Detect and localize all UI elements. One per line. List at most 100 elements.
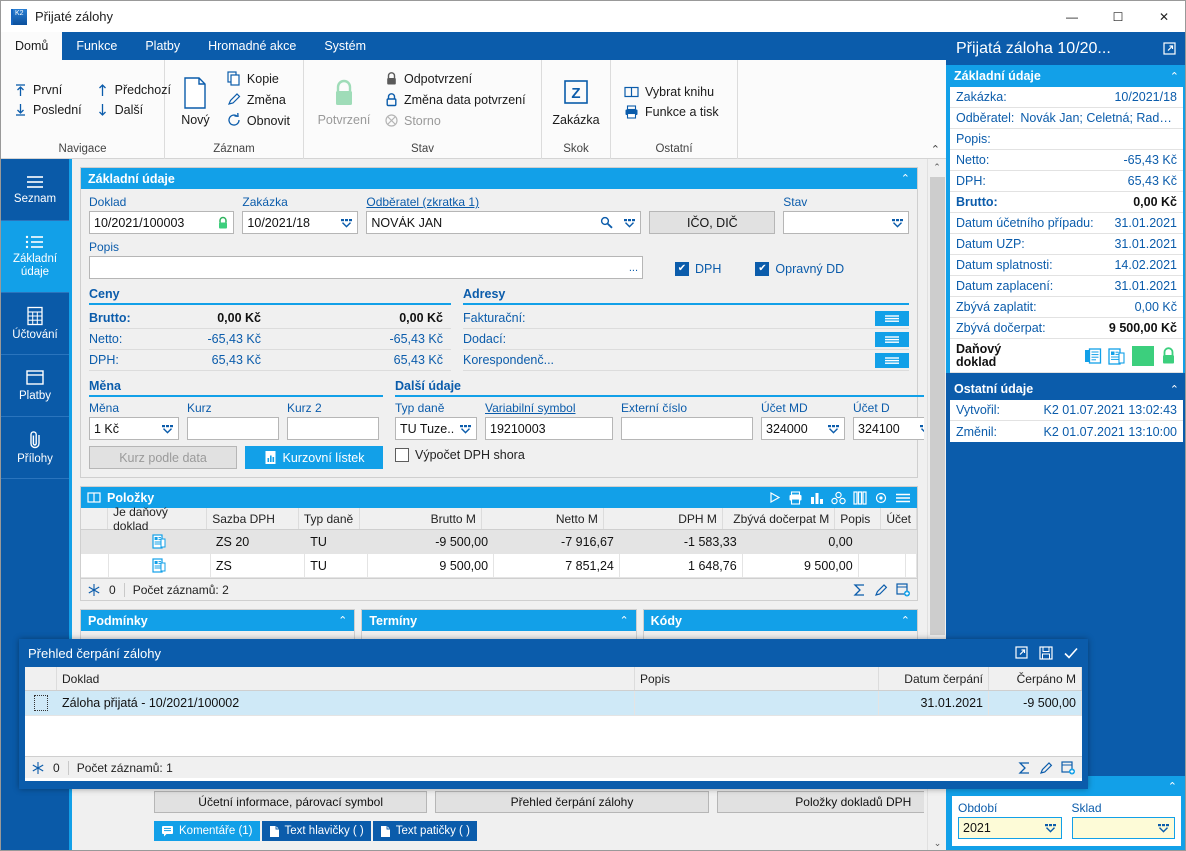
dlg-col-datum-cerpani[interactable]: Datum čerpání (879, 667, 989, 690)
chevron-down-icon[interactable] (891, 218, 904, 228)
col-ucet[interactable]: Účet (881, 508, 918, 529)
menu-lines-icon[interactable] (875, 331, 909, 347)
button-kurzovni-listek[interactable]: Kurzovní lístek (245, 446, 383, 469)
button-kurz-podle-data[interactable]: Kurz podle data (89, 446, 237, 469)
button-kopie[interactable]: Kopie (220, 68, 297, 89)
button-zmena-data-potvrzeni[interactable]: Změna data potvrzení (378, 89, 533, 110)
save-icon[interactable] (1039, 646, 1053, 660)
col-popis[interactable]: Popis (835, 508, 882, 529)
button-storno[interactable]: Storno (378, 110, 533, 131)
play-icon[interactable] (768, 491, 781, 504)
button-zmena[interactable]: Změna (220, 89, 297, 110)
chevron-down-icon[interactable] (1157, 823, 1170, 833)
chevron-down-icon[interactable] (340, 218, 353, 228)
chevron-up-icon[interactable]: ⌃ (1170, 383, 1179, 396)
dlg-col-select[interactable] (25, 667, 57, 690)
sum-icon[interactable] (853, 583, 866, 597)
col-typ-dane[interactable]: Typ daně (299, 508, 361, 529)
input-externi-cislo[interactable] (621, 417, 753, 440)
checkbox-vypocet-dph-shora[interactable]: Výpočet DPH shora (395, 448, 924, 462)
open-external-icon[interactable] (1163, 41, 1177, 56)
button-prehled-cerpani-zalohy[interactable]: Přehled čerpání zálohy (435, 791, 709, 813)
input-kurz[interactable]: 1,0000 Kč (187, 417, 279, 440)
chevron-up-icon[interactable]: ⌃ (901, 614, 910, 627)
chevron-up-icon[interactable]: ⌃ (619, 614, 628, 627)
columns-icon[interactable] (853, 490, 867, 505)
button-text-paticky[interactable]: Text patičky ( ) (372, 821, 477, 841)
input-popis[interactable]: ... (89, 256, 643, 279)
chevron-down-icon[interactable] (459, 424, 472, 434)
tab-hromadne-akce[interactable]: Hromadné akce (194, 32, 310, 60)
ribbon-collapse-chevron-up-icon[interactable]: ⌃ (931, 143, 940, 156)
chevron-up-icon[interactable]: ⌃ (338, 614, 347, 627)
confirm-check-icon[interactable] (1063, 646, 1079, 660)
input-obdobi[interactable]: 2021 (958, 817, 1062, 839)
pencil-icon[interactable] (874, 583, 888, 597)
input-zakazka[interactable]: 10/2021/18 (242, 211, 359, 234)
panel-collapse-chevron-up-icon[interactable]: ⌃ (901, 172, 910, 185)
sidebar-item-seznam[interactable]: Seznam (1, 159, 69, 221)
button-zakazka[interactable]: Z Zakázka (548, 71, 604, 129)
snowflake-icon[interactable] (31, 761, 45, 775)
input-ucet-d[interactable]: 324100 (853, 417, 924, 440)
minimize-icon[interactable]: — (1049, 1, 1095, 32)
button-ico-dic[interactable]: IČO, DIČ (649, 211, 776, 234)
printer-icon[interactable] (788, 490, 803, 505)
button-polozky-dokladu-dph[interactable]: Položky dokladů DPH (716, 791, 924, 813)
input-stav[interactable] (783, 211, 909, 234)
chevron-down-icon[interactable] (1044, 823, 1057, 833)
settings-icon[interactable] (874, 491, 888, 505)
table-row[interactable]: ZS TU 9 500,00 7 851,24 1 648,76 9 500,0… (81, 554, 917, 578)
dlg-col-cerpano-m[interactable]: Čerpáno M (989, 667, 1082, 690)
button-posledni[interactable]: Poslední (7, 100, 89, 120)
input-ucet-md[interactable]: 324000 (761, 417, 845, 440)
bar-chart-icon[interactable] (810, 491, 824, 505)
pencil-icon[interactable] (1039, 761, 1053, 775)
ellipsis-icon[interactable]: ... (629, 262, 638, 274)
input-kurz2[interactable]: 1,0000 Kč (287, 417, 379, 440)
input-doklad[interactable]: 10/2021/100003 (89, 211, 235, 234)
table-row[interactable]: Záloha přijatá - 10/2021/100002 31.01.20… (25, 691, 1082, 716)
menu-lines-icon[interactable] (875, 310, 909, 326)
sum-icon[interactable] (1018, 761, 1031, 775)
add-record-icon[interactable] (1061, 760, 1076, 775)
sidebar-item-uctovani[interactable]: Účtování (1, 293, 69, 355)
col-sazba-dph[interactable]: Sazba DPH (207, 508, 299, 529)
menu-lines-icon[interactable] (895, 492, 911, 504)
chevron-down-icon[interactable] (623, 218, 636, 228)
input-mena[interactable]: 1 Kč (89, 417, 179, 440)
partner-lookup-icon[interactable] (599, 216, 614, 229)
open-external-icon[interactable] (1015, 646, 1029, 660)
sidebar-item-prilohy[interactable]: Přílohy (1, 417, 69, 479)
chevron-down-icon[interactable] (161, 424, 174, 434)
tab-platby[interactable]: Platby (131, 32, 194, 60)
pivot-icon[interactable] (831, 491, 846, 505)
input-variabilni-symbol[interactable]: 19210003 (485, 417, 613, 440)
col-select[interactable] (81, 508, 109, 529)
menu-lines-icon[interactable] (875, 352, 909, 368)
input-odberatel[interactable]: NOVÁK JAN (366, 211, 642, 234)
maximize-icon[interactable]: ☐ (1095, 1, 1141, 32)
chevron-down-icon[interactable] (919, 424, 924, 434)
input-typ-dane[interactable]: TU Tuze... (395, 417, 477, 440)
button-odpotvrzeni[interactable]: Odpotvrzení (378, 68, 533, 89)
add-record-icon[interactable] (896, 582, 911, 597)
snowflake-icon[interactable] (87, 583, 101, 597)
button-komentare[interactable]: Komentáře (1) (154, 821, 260, 841)
scroll-down-chevron-down-icon[interactable]: ⌄ (928, 835, 947, 850)
button-vybrat-knihu[interactable]: Vybrat knihu (617, 82, 726, 102)
checkbox-dph[interactable]: DPH (675, 262, 721, 276)
scroll-up-chevron-up-icon[interactable]: ⌃ (928, 159, 946, 176)
tab-funkce[interactable]: Funkce (62, 32, 131, 60)
chevron-down-icon[interactable] (827, 424, 840, 434)
button-funkce-a-tisk[interactable]: Funkce a tisk (617, 102, 726, 122)
chevron-up-icon[interactable]: ⌃ (1170, 70, 1179, 83)
checkbox-opravny-dd[interactable]: Opravný DD (755, 262, 844, 276)
input-sklad[interactable] (1071, 817, 1175, 839)
tab-domu[interactable]: Domů (1, 32, 63, 60)
col-je-danovy-doklad[interactable]: Je daňový doklad (108, 505, 208, 533)
close-icon[interactable]: ✕ (1141, 1, 1185, 32)
col-netto-m[interactable]: Netto M (482, 508, 604, 529)
dlg-col-doklad[interactable]: Doklad (57, 667, 635, 690)
sidebar-item-zakladni-udaje[interactable]: Základní údaje (1, 221, 69, 293)
